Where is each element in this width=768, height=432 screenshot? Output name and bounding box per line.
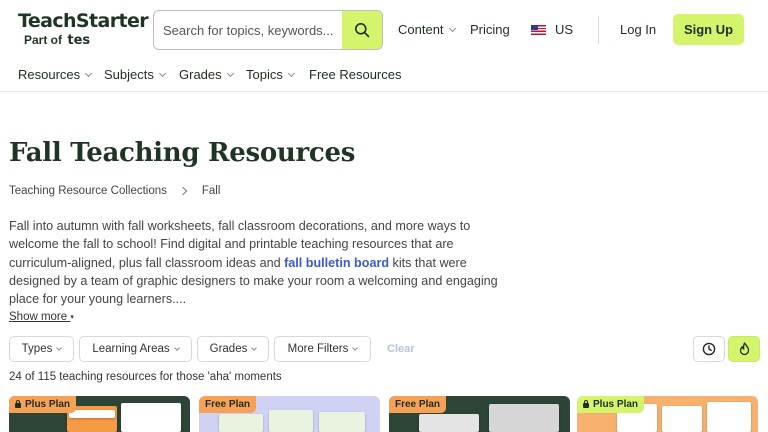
thumbnail-worksheet <box>489 404 559 432</box>
logo-tagline: Part of tes <box>18 33 143 48</box>
tes-brand: tes <box>67 33 91 48</box>
fall-bulletin-board-link[interactable]: fall bulletin board <box>284 256 389 270</box>
sort-popular-button[interactable] <box>728 336 760 362</box>
clear-filters-button[interactable]: Clear <box>387 343 415 355</box>
site-header: TeachStarter Part of tes Content Pricing… <box>0 0 768 92</box>
filter-more-label: More Filters <box>287 343 349 355</box>
chevron-down-icon <box>56 344 63 351</box>
subnav-topics-label: Topics <box>246 67 283 82</box>
signup-label: Sign Up <box>683 22 734 37</box>
nav-divider <box>598 16 599 44</box>
thumbnail-card <box>319 412 365 432</box>
subnav-grades[interactable]: Grades <box>179 67 234 82</box>
thumbnail-card <box>219 414 263 432</box>
subnav-grades-label: Grades <box>179 67 222 82</box>
filter-grades[interactable]: Grades <box>197 336 269 362</box>
subnav-free-resources[interactable]: Free Resources <box>309 67 401 82</box>
lock-icon <box>583 400 589 408</box>
teachstarter-logo[interactable]: TeachStarter Part of tes <box>18 10 149 52</box>
plan-badge: Plus Plan <box>577 396 645 413</box>
search-input[interactable] <box>154 11 344 49</box>
logo-wordmark: TeachStarter <box>18 10 149 32</box>
chevron-down-icon <box>85 69 93 77</box>
plan-badge: Plus Plan <box>9 396 77 413</box>
breadcrumb-current: Fall <box>201 185 221 197</box>
nav-content-label: Content <box>398 22 444 37</box>
nav-pricing[interactable]: Pricing <box>470 22 510 37</box>
subnav-topics[interactable]: Topics <box>246 67 295 82</box>
filter-learning-areas[interactable]: Learning Areas <box>79 336 192 362</box>
search-button[interactable] <box>342 11 382 49</box>
results-count: 24 of 115 teaching resources for those '… <box>9 371 282 383</box>
chevron-down-icon <box>448 24 456 32</box>
chevron-down-icon <box>158 69 166 77</box>
show-more-label: Show more <box>9 311 68 323</box>
filter-learning-areas-label: Learning Areas <box>92 343 170 355</box>
thumbnail-label <box>69 410 115 418</box>
nav-content[interactable]: Content <box>398 22 456 37</box>
flame-icon <box>739 342 749 356</box>
us-flag-icon <box>531 24 546 35</box>
breadcrumb-parent-link[interactable]: Teaching Resource Collections <box>9 185 167 197</box>
subnav-subjects[interactable]: Subjects <box>104 67 166 82</box>
logo-tagline-text: Part of <box>24 33 63 47</box>
login-label: Log In <box>620 22 657 37</box>
caret-down-icon: ▾ <box>70 314 74 321</box>
nav-pricing-label: Pricing <box>470 22 510 37</box>
region-selector[interactable]: US <box>531 22 573 37</box>
resource-card[interactable]: Free Plan <box>389 396 570 432</box>
resource-card[interactable]: Free Plan <box>199 396 380 432</box>
thumbnail-worksheet <box>121 403 181 432</box>
subnav-resources[interactable]: Resources <box>18 67 93 82</box>
plan-badge: Free Plan <box>199 396 257 413</box>
page-description: Fall into autumn with fall worksheets, f… <box>9 217 499 308</box>
signup-button[interactable]: Sign Up <box>673 14 744 45</box>
plan-badge-label: Free Plan <box>395 399 441 410</box>
search-box <box>153 10 383 50</box>
chevron-down-icon <box>352 344 359 351</box>
chevron-down-icon <box>173 344 180 351</box>
filter-types-label: Types <box>21 343 53 355</box>
thumbnail-worksheet <box>707 402 751 432</box>
lock-icon <box>15 400 21 408</box>
resource-card[interactable]: Plus Plan <box>9 396 190 432</box>
filter-grades-label: Grades <box>209 343 248 355</box>
subnav-free-resources-label: Free Resources <box>309 67 402 82</box>
clock-icon <box>702 342 716 356</box>
chevron-down-icon <box>287 69 295 77</box>
breadcrumb: Teaching Resource Collections Fall <box>9 185 220 197</box>
plan-badge: Free Plan <box>389 396 447 413</box>
chevron-down-icon <box>251 344 258 351</box>
subnav-resources-label: Resources <box>18 67 81 82</box>
thumbnail-card <box>269 410 313 432</box>
plan-badge-label: Plus Plan <box>593 399 639 410</box>
search-icon <box>355 23 370 38</box>
plan-badge-label: Free Plan <box>205 399 251 410</box>
chevron-right-icon <box>178 186 188 196</box>
plan-badge-label: Plus Plan <box>25 399 71 410</box>
filter-types[interactable]: Types <box>9 336 74 362</box>
sort-recent-button[interactable] <box>693 336 725 362</box>
region-label: US <box>555 22 574 37</box>
resource-card[interactable]: Plus Plan <box>577 396 758 432</box>
login-link[interactable]: Log In <box>620 22 656 37</box>
filter-more[interactable]: More Filters <box>274 336 371 362</box>
subnav-subjects-label: Subjects <box>104 67 154 82</box>
page-title: Fall Teaching Resources <box>9 138 356 168</box>
show-more-link[interactable]: Show more ▾ <box>9 311 74 323</box>
thumbnail-worksheet <box>419 414 479 432</box>
thumbnail-worksheet <box>662 406 702 432</box>
chevron-down-icon <box>226 69 234 77</box>
